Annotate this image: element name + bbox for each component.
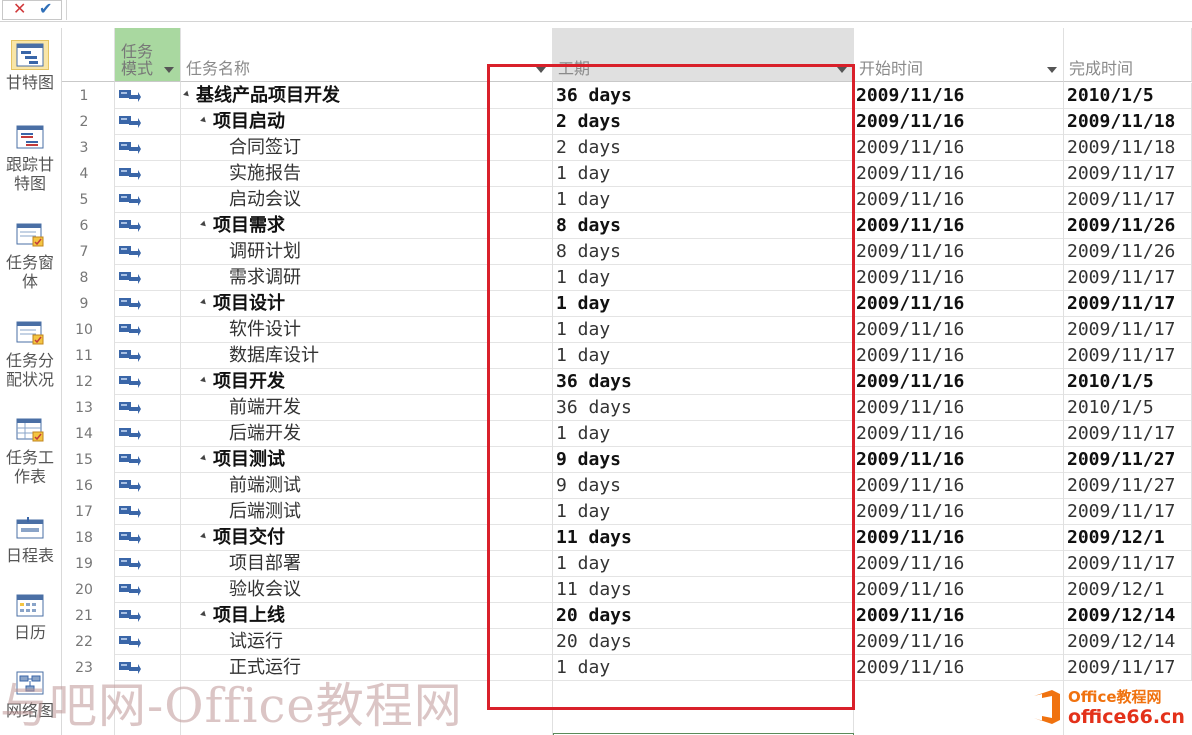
column-filter-dropdown-icon[interactable] bbox=[536, 67, 546, 73]
row-header-corner[interactable] bbox=[62, 28, 115, 82]
view-timeline[interactable]: 日程表 bbox=[0, 513, 60, 565]
task-sheet-icon bbox=[16, 418, 44, 442]
view-label: 任务工作表 bbox=[5, 448, 54, 486]
column-divider bbox=[553, 82, 854, 735]
task-finish[interactable]: 2009/12/14 bbox=[1064, 629, 1192, 655]
column-header-label: 任务名称 bbox=[186, 59, 251, 78]
view-bar: 甘特图 跟踪甘特图 任务窗体 任务分配状况 任务工作表 日程表 日历 网络图 bbox=[0, 28, 62, 735]
column-header-label: 开始时间 bbox=[859, 59, 924, 78]
calendar-icon bbox=[16, 594, 44, 617]
column-header-duration[interactable]: 工期 bbox=[553, 28, 854, 82]
task-finish[interactable]: 2009/11/27 bbox=[1064, 447, 1192, 473]
task-finish[interactable]: 2009/11/17 bbox=[1064, 317, 1192, 343]
view-task-sheet[interactable]: 任务工作表 bbox=[0, 415, 60, 486]
timeline-icon bbox=[16, 517, 44, 539]
view-label: 任务窗体 bbox=[5, 253, 54, 291]
entry-bar: ✕ ✔ bbox=[0, 0, 1192, 22]
column-header-label: 完成时间 bbox=[1069, 59, 1134, 78]
task-finish[interactable]: 2009/12/1 bbox=[1064, 525, 1192, 551]
view-gantt-chart[interactable]: 甘特图 bbox=[0, 40, 60, 92]
task-finish[interactable]: 2009/12/1 bbox=[1064, 577, 1192, 603]
task-finish[interactable]: 2009/11/18 bbox=[1064, 135, 1192, 161]
column-filter-dropdown-icon[interactable] bbox=[1047, 67, 1057, 73]
network-diagram-icon bbox=[16, 671, 44, 695]
column-header-task-mode[interactable]: 任务模式 bbox=[115, 28, 181, 82]
gantt-chart-icon bbox=[16, 43, 44, 67]
view-label: 日程表 bbox=[5, 546, 54, 565]
column-header-start[interactable]: 开始时间 bbox=[854, 28, 1064, 82]
task-finish[interactable]: 2009/11/26 bbox=[1064, 213, 1192, 239]
task-finish[interactable]: 2009/12/14 bbox=[1064, 603, 1192, 629]
view-calendar[interactable]: 日历 bbox=[0, 590, 60, 642]
column-header-finish[interactable]: 完成时间 bbox=[1064, 28, 1192, 82]
column-filter-dropdown-icon[interactable] bbox=[837, 67, 847, 73]
task-usage-icon bbox=[16, 321, 44, 345]
task-finish[interactable]: 2009/11/17 bbox=[1064, 187, 1192, 213]
column-filter-dropdown-icon[interactable] bbox=[164, 67, 174, 73]
task-grid: 任务模式 任务名称 工期 开始时间 完成时间 1 基线产品项目开发 36 days 2… bbox=[62, 28, 1192, 735]
task-finish[interactable]: 2009/11/17 bbox=[1064, 421, 1192, 447]
column-divider bbox=[62, 82, 115, 735]
view-label: 跟踪甘特图 bbox=[5, 155, 54, 193]
task-finish[interactable]: 2010/1/5 bbox=[1064, 395, 1192, 421]
task-form-icon bbox=[16, 223, 44, 247]
task-finish[interactable]: 2009/11/17 bbox=[1064, 499, 1192, 525]
view-tracking-gantt[interactable]: 跟踪甘特图 bbox=[0, 122, 60, 193]
column-header-label: 任务模式 bbox=[121, 42, 154, 78]
cancel-entry-icon[interactable]: ✕ bbox=[13, 0, 26, 18]
view-task-form[interactable]: 任务窗体 bbox=[0, 220, 60, 291]
task-finish[interactable]: 2009/11/17 bbox=[1064, 161, 1192, 187]
task-finish[interactable]: 2009/11/18 bbox=[1064, 109, 1192, 135]
task-finish[interactable]: 2009/11/17 bbox=[1064, 291, 1192, 317]
confirm-entry-icon[interactable]: ✔ bbox=[39, 0, 52, 18]
task-finish[interactable]: 2009/11/26 bbox=[1064, 239, 1192, 265]
entry-field[interactable] bbox=[66, 0, 1192, 20]
task-finish[interactable]: 2009/11/17 bbox=[1064, 551, 1192, 577]
view-network-diagram[interactable]: 网络图 bbox=[0, 668, 60, 720]
task-finish[interactable]: 2009/11/17 bbox=[1064, 655, 1192, 681]
column-divider bbox=[115, 82, 181, 735]
column-divider bbox=[181, 82, 553, 735]
view-label: 甘特图 bbox=[5, 73, 54, 92]
entry-buttons: ✕ ✔ bbox=[2, 0, 62, 20]
view-label: 任务分配状况 bbox=[5, 351, 54, 389]
task-finish[interactable]: 2009/11/17 bbox=[1064, 343, 1192, 369]
view-label: 网络图 bbox=[5, 701, 54, 720]
column-header-task-name[interactable]: 任务名称 bbox=[181, 28, 553, 82]
view-task-usage[interactable]: 任务分配状况 bbox=[0, 318, 60, 389]
task-finish[interactable]: 2009/11/17 bbox=[1064, 265, 1192, 291]
tracking-gantt-icon bbox=[16, 125, 44, 149]
view-label: 日历 bbox=[13, 623, 46, 642]
column-header-label: 工期 bbox=[558, 59, 591, 78]
task-finish[interactable]: 2010/1/5 bbox=[1064, 369, 1192, 395]
task-finish[interactable]: 2010/1/5 bbox=[1064, 83, 1192, 109]
task-finish[interactable]: 2009/11/27 bbox=[1064, 473, 1192, 499]
column-divider bbox=[854, 82, 1064, 735]
